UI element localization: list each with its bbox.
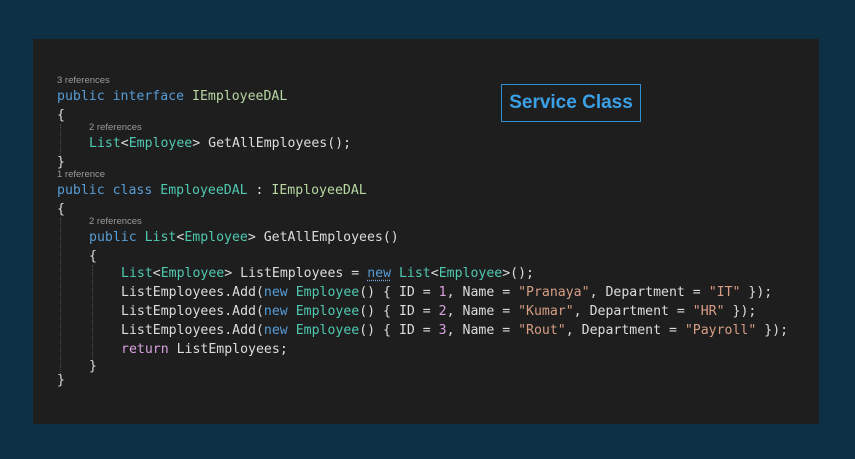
variable-name: ListEmployees: [121, 304, 225, 319]
code-line-open-brace: {: [89, 249, 97, 264]
method-name: GetAllEmployees: [208, 136, 328, 151]
type-name: Employee: [438, 266, 503, 281]
code-line-class-decl: public class EmployeeDAL : IEmployeeDAL: [57, 183, 367, 198]
code-line-open-brace: {: [57, 202, 65, 217]
indent-guide: [92, 265, 93, 359]
string-literal: "IT": [708, 285, 741, 300]
interface-name: IEmployeeDAL: [271, 183, 367, 198]
number-literal: 1: [438, 285, 447, 300]
method-call: .Add(: [224, 304, 264, 319]
number-literal: 2: [438, 304, 447, 319]
property-name: Department: [581, 323, 662, 338]
string-literal: "HR": [692, 304, 725, 319]
type-name: List: [398, 266, 431, 281]
variable-name: ListEmployees: [240, 266, 344, 281]
codelens-references[interactable]: 2 references: [89, 216, 142, 228]
code-line-close-brace: }: [57, 373, 65, 388]
keyword: public: [57, 89, 105, 104]
code-line-add-employee: ListEmployees.Add(new Employee() { ID = …: [121, 285, 773, 300]
interface-name: IEmployeeDAL: [192, 89, 288, 104]
keyword: class: [112, 183, 153, 198]
string-literal: "Pranaya": [518, 285, 590, 300]
variable-name: ListEmployees: [176, 342, 280, 357]
keyword: interface: [112, 89, 185, 104]
type-name: Employee: [128, 136, 193, 151]
type-name: Employee: [295, 304, 360, 319]
property-name: ID: [398, 304, 415, 319]
variable-name: ListEmployees: [121, 323, 225, 338]
string-literal: "Payroll": [684, 323, 757, 338]
keyword: new: [367, 266, 392, 281]
class-name: EmployeeDAL: [160, 183, 248, 198]
method-call: .Add(: [224, 323, 264, 338]
code-line-add-employee: ListEmployees.Add(new Employee() { ID = …: [121, 323, 789, 338]
codelens-references[interactable]: 1 reference: [57, 169, 105, 181]
code-line-interface-method: List<Employee> GetAllEmployees();: [89, 136, 352, 151]
string-literal: "Rout": [518, 323, 566, 338]
type-name: List: [144, 230, 177, 245]
indent-guide: [60, 218, 61, 376]
code-area: 3 references public interface IEmployeeD…: [33, 39, 819, 424]
code-line-return: return ListEmployees;: [121, 342, 288, 357]
property-name: Department: [605, 285, 685, 300]
code-line-method-decl: public List<Employee> GetAllEmployees(): [89, 230, 399, 245]
property-name: ID: [398, 285, 415, 300]
property-name: ID: [398, 323, 415, 338]
codelens-references[interactable]: 2 references: [89, 122, 142, 134]
type-name: List: [89, 136, 121, 151]
method-call: .Add(: [224, 285, 264, 300]
type-name: Employee: [295, 323, 360, 338]
type-name: List: [121, 266, 153, 281]
property-name: Name: [462, 323, 495, 338]
code-line-interface-decl: public interface IEmployeeDAL: [57, 87, 287, 106]
keyword: return: [121, 342, 169, 357]
code-editor: 3 references public interface IEmployeeD…: [33, 39, 819, 424]
property-name: Name: [462, 304, 495, 319]
service-class-caption: Service Class: [501, 84, 641, 122]
code-line-add-employee: ListEmployees.Add(new Employee() { ID = …: [121, 304, 757, 319]
type-name: Employee: [295, 285, 360, 300]
code-line-close-brace: }: [89, 359, 97, 374]
keyword: public: [57, 183, 105, 198]
number-literal: 3: [438, 323, 447, 338]
code-line-list-init: List<Employee> ListEmployees = new List<…: [121, 266, 534, 281]
codelens-references[interactable]: 3 references: [57, 75, 110, 87]
property-name: Name: [462, 285, 495, 300]
code-line-open-brace: {: [57, 108, 65, 123]
property-name: Department: [589, 304, 669, 319]
method-name: GetAllEmployees: [263, 230, 383, 245]
variable-name: ListEmployees: [121, 285, 225, 300]
keyword: new: [263, 304, 288, 319]
string-literal: "Kumar": [518, 304, 574, 319]
keyword: new: [263, 323, 288, 338]
keyword: new: [263, 285, 288, 300]
keyword: public: [89, 230, 137, 245]
type-name: Employee: [160, 266, 225, 281]
type-name: Employee: [184, 230, 248, 245]
